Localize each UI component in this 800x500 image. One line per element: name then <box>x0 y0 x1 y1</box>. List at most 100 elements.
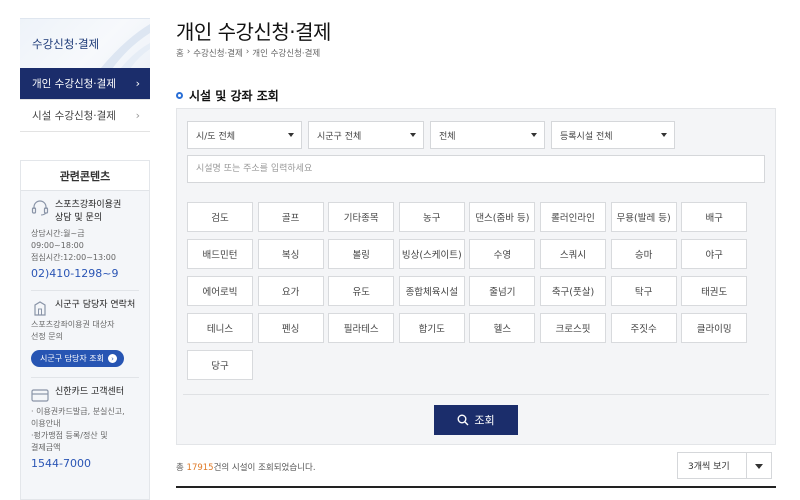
sidebar-item-personal-enroll[interactable]: 개인 수강신청·결제 › <box>20 68 150 100</box>
sport-category-button[interactable]: 종합체육시설 <box>398 276 465 306</box>
sport-category-button[interactable]: 농구 <box>398 202 465 232</box>
card-center-title: 신한카드 고객센터 <box>55 387 125 397</box>
building-icon <box>34 301 46 316</box>
facility-search-input[interactable] <box>187 155 765 183</box>
contact-lookup-button[interactable]: 시군구 담당자 조회 › <box>31 350 124 367</box>
related-contents-panel: 관련콘텐츠 스포츠강좌이용권 상담 및 문의 상담시간:월~금 09:00~18… <box>20 160 150 500</box>
sport-category-button[interactable]: 줄넘기 <box>469 276 536 306</box>
related-contents-title: 관련콘텐츠 <box>21 161 149 191</box>
sido-select[interactable]: 시/도 전체 <box>187 121 302 149</box>
sport-category-button[interactable]: 빙상(스케이트) <box>398 239 465 269</box>
section-title-text: 시설 및 강좌 조회 <box>189 89 279 103</box>
sido-select-value: 시/도 전체 <box>196 131 236 142</box>
sport-category-button[interactable]: 필라테스 <box>328 313 395 343</box>
search-panel: 시/도 전체 시군구 전체 전체 등록시설 전체 검도골프기타종목농구댄스(줌바… <box>176 108 776 445</box>
chevron-right-icon: › <box>135 109 140 122</box>
sport-category-button[interactable]: 볼링 <box>328 239 395 269</box>
sidebar-item-label: 개인 수강신청·결제 <box>32 78 116 90</box>
sport-category-button[interactable]: 요가 <box>257 276 324 306</box>
search-icon <box>457 414 469 426</box>
sport-category-button[interactable]: 헬스 <box>469 313 536 343</box>
type-select-value: 전체 <box>439 131 456 142</box>
sport-category-button[interactable]: 댄스(줌바 등) <box>469 202 536 232</box>
sport-category-button[interactable]: 롤러인라인 <box>540 202 606 232</box>
sidebar-header: 수강신청·결제 <box>20 18 150 68</box>
sport-category-button[interactable]: 무용(발레 등) <box>610 202 677 232</box>
contact-lookup-button-label: 시군구 담당자 조회 <box>40 354 104 363</box>
view-count-select[interactable]: 3개씩 보기 <box>677 452 772 479</box>
consult-subtitle: 상담 및 문의 <box>55 213 103 223</box>
result-summary: 총 17915건의 시설이 조회되었습니다. <box>176 461 316 473</box>
sport-category-button[interactable]: 유도 <box>328 276 395 306</box>
search-button[interactable]: 조회 <box>434 405 518 435</box>
sport-category-button[interactable]: 승마 <box>610 239 677 269</box>
sport-category-button[interactable]: 클라이밍 <box>681 313 748 343</box>
dropdown-arrow-icon <box>661 133 667 137</box>
select-separator <box>746 453 747 478</box>
card-center-phone: 1544-7000 <box>31 457 91 470</box>
sport-category-button[interactable]: 펜싱 <box>257 313 324 343</box>
sport-category-button[interactable]: 에어로빅 <box>187 276 253 306</box>
breadcrumb-separator: › <box>245 47 250 57</box>
breadcrumb-enroll[interactable]: 수강신청·결제 <box>193 47 243 59</box>
sport-category-button[interactable]: 크로스핏 <box>540 313 606 343</box>
facility-select[interactable]: 등록시설 전체 <box>551 121 675 149</box>
card-center-desc-4: 결제금액 <box>31 443 61 452</box>
facility-select-value: 등록시설 전체 <box>560 131 613 142</box>
sport-category-button[interactable]: 기타종목 <box>328 202 395 232</box>
card-icon <box>31 389 49 402</box>
sport-category-button[interactable]: 배구 <box>681 202 748 232</box>
sidebar: 수강신청·결제 개인 수강신청·결제 › 시설 수강신청·결제 › <box>20 18 150 132</box>
contact-desc-2: 선정 문의 <box>31 332 63 341</box>
sport-category-button[interactable]: 축구(풋살) <box>540 276 606 306</box>
sidebar-header-title: 수강신청·결제 <box>32 36 100 51</box>
contact-title: 시군구 담당자 연락처 <box>55 300 136 310</box>
breadcrumb-current: 개인 수강신청·결제 <box>252 49 321 59</box>
dropdown-arrow-icon <box>410 133 416 137</box>
breadcrumb: 홈 › 수강신청·결제 › 개인 수강신청·결제 <box>176 47 320 59</box>
contact-block: 시군구 담당자 연락처 스포츠강좌이용권 대상자 선정 문의 시군구 담당자 조… <box>21 291 149 367</box>
consult-title: 스포츠강좌이용권 <box>55 200 122 210</box>
result-count: 17915 <box>186 463 214 473</box>
card-center-desc-2: 이용안내 <box>31 419 61 428</box>
headset-icon <box>31 200 49 216</box>
sport-category-button[interactable]: 배드민턴 <box>187 239 253 269</box>
dropdown-arrow-icon <box>288 133 294 137</box>
sport-category-button[interactable]: 주짓수 <box>610 313 677 343</box>
card-center-desc: · 이용권카드발급, 분실신고, <box>31 407 125 416</box>
sport-category-button[interactable]: 검도 <box>187 202 253 232</box>
sport-category-button[interactable]: 탁구 <box>610 276 677 306</box>
section-title: 시설 및 강좌 조회 <box>176 87 279 104</box>
sport-category-button[interactable]: 야구 <box>681 239 748 269</box>
consult-block: 스포츠강좌이용권 상담 및 문의 상담시간:월~금 09:00~18:00 점심… <box>21 191 149 280</box>
dropdown-arrow-icon <box>531 133 537 137</box>
result-prefix: 총 <box>176 463 187 473</box>
dropdown-arrow-icon <box>755 464 763 469</box>
sport-category-button[interactable]: 복싱 <box>257 239 324 269</box>
view-count-value: 3개씩 보기 <box>688 462 730 472</box>
card-center-desc-3: ·펑가맹점 등록/정산 및 <box>31 431 108 440</box>
list-top-rule <box>176 486 776 488</box>
sidebar-item-label: 시설 수강신청·결제 <box>32 110 116 122</box>
divider <box>183 394 769 395</box>
consult-phone: 02)410-1298~9 <box>31 267 119 280</box>
sport-category-button[interactable]: 수영 <box>469 239 536 269</box>
consult-hours: 상담시간:월~금 09:00~18:00 <box>31 229 85 250</box>
sport-category-button[interactable]: 테니스 <box>187 313 253 343</box>
sport-category-button[interactable]: 골프 <box>257 202 324 232</box>
sigungu-select-value: 시군구 전체 <box>317 131 362 142</box>
sport-category-button[interactable]: 스쿼시 <box>540 239 606 269</box>
sport-category-button[interactable]: 당구 <box>187 350 253 380</box>
ring-bullet-icon <box>176 92 183 99</box>
sigungu-select[interactable]: 시군구 전체 <box>308 121 424 149</box>
sidebar-item-facility-enroll[interactable]: 시설 수강신청·결제 › <box>20 100 150 132</box>
breadcrumb-separator: › <box>186 47 191 57</box>
page-title: 개인 수강신청·결제 <box>176 20 331 44</box>
type-select[interactable]: 전체 <box>430 121 545 149</box>
contact-desc: 스포츠강좌이용권 대상자 <box>31 320 115 329</box>
card-center-block: 신한카드 고객센터 · 이용권카드발급, 분실신고, 이용안내 ·펑가맹점 등록… <box>21 378 149 470</box>
breadcrumb-home[interactable]: 홈 <box>176 47 184 59</box>
chevron-right-icon: › <box>107 354 117 363</box>
sport-category-button[interactable]: 태권도 <box>681 276 748 306</box>
sport-category-button[interactable]: 합기도 <box>398 313 465 343</box>
